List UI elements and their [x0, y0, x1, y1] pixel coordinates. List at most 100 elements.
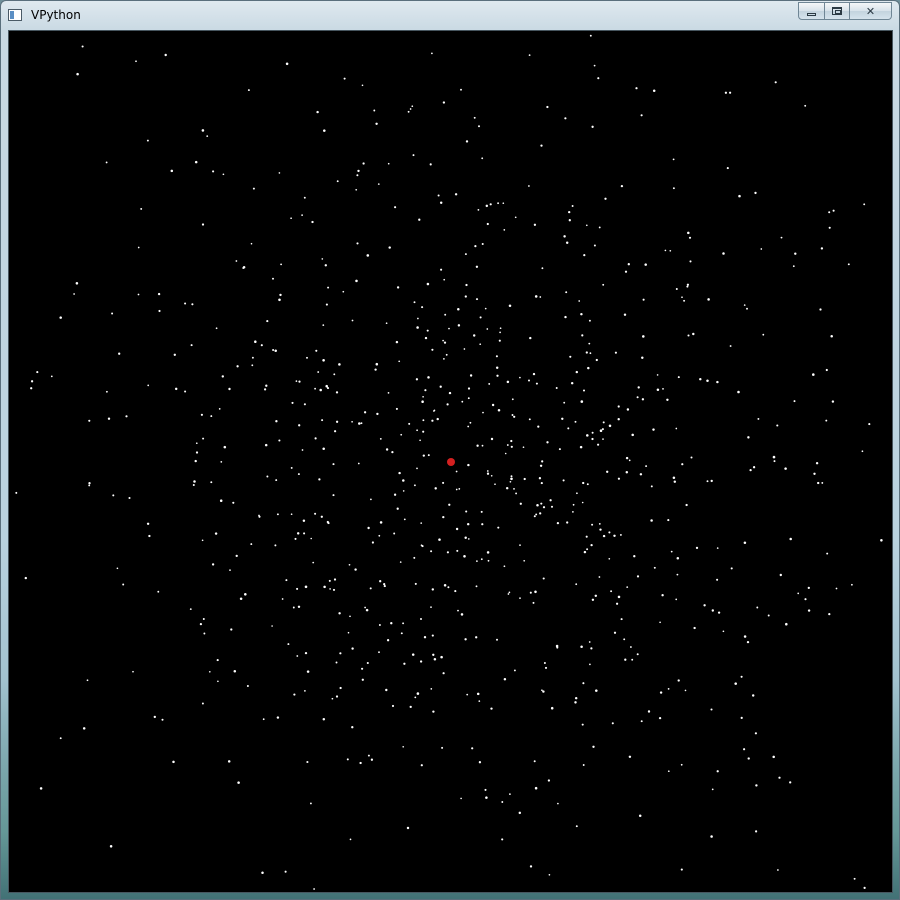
particle [572, 503, 575, 506]
particle [335, 695, 339, 698]
particle [499, 327, 502, 330]
scene-canvas[interactable] [8, 30, 893, 893]
particle [88, 419, 91, 422]
particle [595, 358, 598, 362]
particle [278, 172, 281, 174]
particle [688, 236, 692, 239]
particle [481, 242, 484, 246]
particle [485, 796, 488, 799]
particle [285, 62, 289, 66]
particle [485, 204, 489, 208]
particle [246, 684, 249, 688]
particle [400, 632, 403, 635]
particle [393, 532, 396, 535]
particle [541, 267, 544, 270]
particle [379, 437, 382, 440]
particle [460, 797, 462, 800]
particle [290, 466, 293, 469]
particle [335, 391, 339, 394]
particle [514, 216, 517, 219]
particle [88, 484, 91, 487]
particle [475, 298, 479, 301]
particle [762, 333, 765, 336]
particle [813, 472, 816, 475]
particle [571, 205, 574, 207]
particle [511, 398, 514, 401]
particle [623, 313, 627, 316]
particle [689, 260, 692, 263]
particle [610, 590, 613, 593]
particle [537, 425, 540, 428]
particle [172, 760, 175, 764]
particle [318, 478, 321, 481]
particle [437, 194, 440, 197]
particle [351, 420, 353, 423]
particle [636, 653, 639, 656]
particle [486, 470, 489, 472]
particle [619, 533, 622, 536]
particle [424, 389, 427, 392]
particle [316, 110, 319, 114]
particle [510, 445, 513, 448]
particle [456, 549, 459, 552]
particle [466, 522, 470, 526]
particle [583, 254, 586, 257]
particle [203, 632, 206, 635]
particle [664, 249, 667, 252]
particle [358, 422, 361, 425]
particle [519, 502, 522, 505]
particle [586, 483, 589, 486]
particle [146, 522, 150, 526]
particle [349, 615, 351, 618]
particle [692, 332, 695, 336]
particle [431, 634, 434, 637]
particle [486, 222, 489, 226]
particle [306, 356, 308, 359]
particle [608, 557, 611, 560]
particle [440, 268, 443, 271]
particle [242, 267, 245, 269]
particle [442, 101, 446, 104]
particle [414, 582, 417, 585]
particle [541, 689, 543, 692]
particle [422, 395, 424, 398]
particle [487, 559, 490, 562]
particle [215, 327, 218, 330]
particle [174, 387, 178, 391]
particle [355, 279, 358, 283]
particle [393, 493, 397, 496]
particle [523, 477, 526, 481]
maximize-button[interactable] [824, 2, 850, 20]
particle [417, 317, 419, 320]
particle [351, 647, 354, 650]
particle [218, 408, 221, 410]
particle [394, 206, 397, 209]
app-window-icon[interactable] [8, 9, 22, 21]
particle [214, 532, 218, 535]
particle [412, 154, 415, 157]
particle [592, 745, 595, 748]
close-icon: ✕ [865, 4, 876, 18]
particle [546, 105, 549, 109]
particle [730, 567, 733, 570]
particle [201, 129, 205, 132]
title-bar[interactable]: VPython ✕ [1, 1, 899, 30]
particle [590, 543, 593, 547]
particle [390, 622, 393, 625]
particle [191, 303, 194, 306]
close-button[interactable]: ✕ [849, 2, 892, 20]
minimize-button[interactable] [798, 2, 825, 20]
particle [797, 592, 800, 595]
particle [436, 417, 439, 421]
particle [815, 461, 819, 465]
particle [59, 737, 62, 740]
particle [565, 241, 569, 244]
particle [432, 710, 435, 713]
particle [868, 423, 871, 426]
particle [535, 382, 538, 385]
particle [756, 606, 759, 609]
particle [588, 641, 591, 643]
particle [324, 264, 327, 267]
particle [82, 727, 86, 730]
particle [407, 110, 410, 113]
